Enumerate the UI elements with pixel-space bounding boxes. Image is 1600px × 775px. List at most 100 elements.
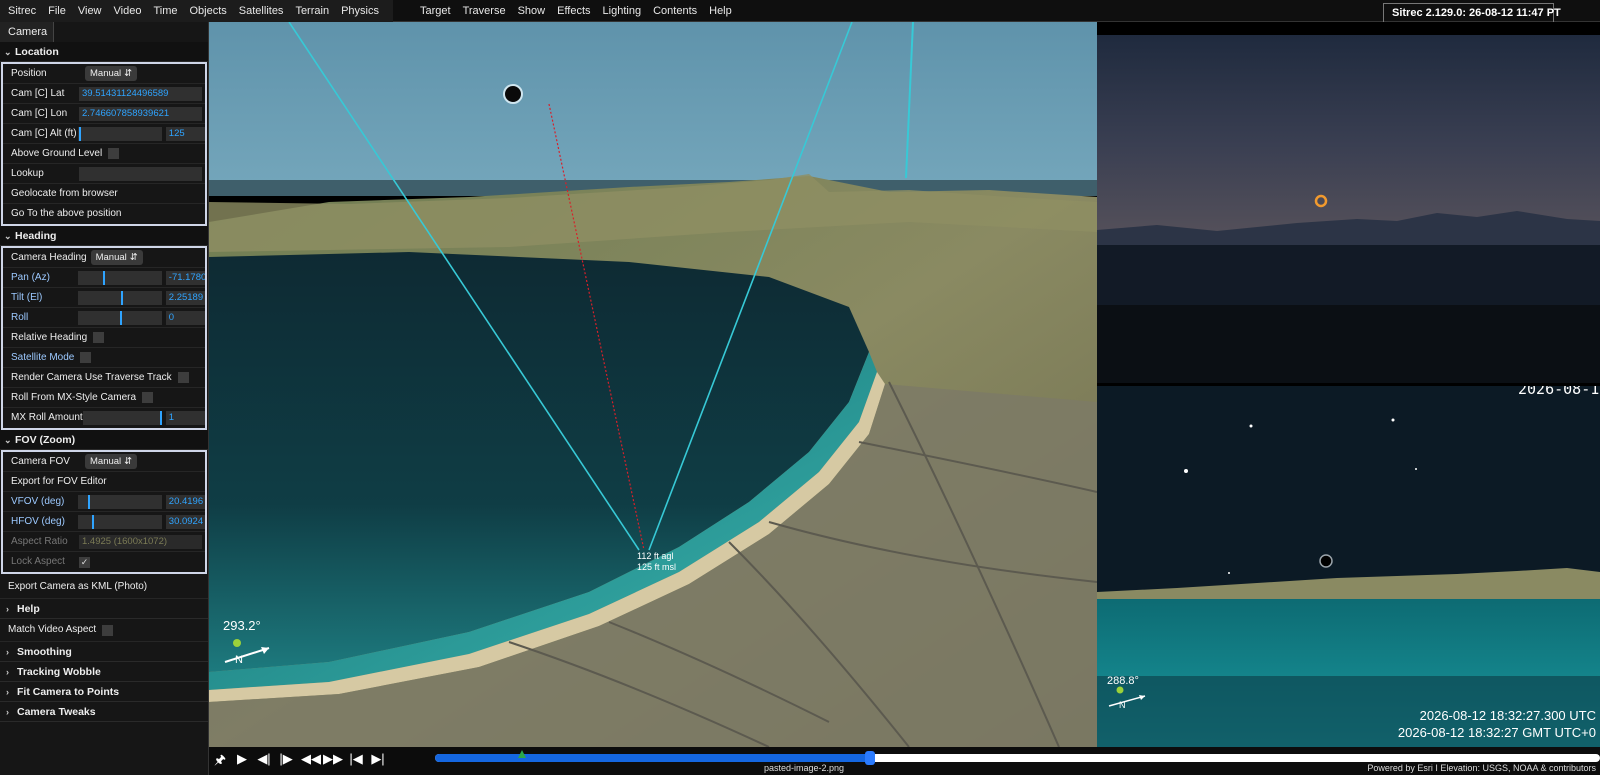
timeline-scrubber[interactable] bbox=[435, 750, 1600, 765]
roll-field[interactable]: 0 bbox=[165, 310, 205, 325]
menu-item[interactable]: Show bbox=[512, 0, 552, 22]
camfov-row: Camera FOV Manual ⇵ bbox=[3, 452, 205, 472]
cam-heading-select[interactable]: Manual ⇵ bbox=[90, 250, 143, 265]
roll-mx-checkbox[interactable] bbox=[142, 392, 154, 403]
mx-roll-field[interactable]: 1 bbox=[165, 411, 205, 425]
timeline-marker[interactable] bbox=[518, 750, 527, 758]
hfov-field[interactable]: 30.0924 bbox=[165, 514, 205, 529]
roll-mx-row: Roll From MX-Style Camera bbox=[3, 388, 205, 408]
skip-end-icon[interactable]: ▶| bbox=[369, 751, 387, 767]
slider-knob[interactable] bbox=[102, 270, 105, 285]
geolocate-button[interactable]: Geolocate from browser bbox=[3, 184, 205, 204]
roll-slider[interactable] bbox=[77, 310, 162, 325]
skip-start-icon[interactable]: |◀ bbox=[347, 751, 365, 767]
tab-camera[interactable]: Camera bbox=[0, 22, 54, 42]
folder-help[interactable]: › Help bbox=[0, 599, 208, 619]
export-kml-button[interactable]: Export Camera as KML (Photo) bbox=[0, 576, 208, 599]
slider-knob[interactable] bbox=[119, 310, 122, 325]
tilt-slider[interactable] bbox=[77, 290, 162, 305]
satellite-mode-checkbox[interactable] bbox=[80, 352, 92, 363]
menu-item[interactable]: File bbox=[42, 0, 72, 22]
menu-item[interactable]: Effects bbox=[551, 0, 596, 22]
menu-item[interactable]: Time bbox=[147, 0, 183, 22]
folder-fov[interactable]: ⌄ FOV (Zoom) bbox=[0, 430, 208, 450]
camfov-select[interactable]: Manual ⇵ bbox=[85, 454, 138, 469]
menu-item[interactable]: Satellites bbox=[233, 0, 290, 22]
menu-item[interactable]: Traverse bbox=[457, 0, 512, 22]
goto-position-button[interactable]: Go To the above position bbox=[3, 204, 205, 224]
roll-row: Roll 0 bbox=[3, 308, 205, 328]
video-filename: pasted-image-2.png bbox=[764, 763, 845, 773]
geolocate-label: Geolocate from browser bbox=[11, 187, 118, 199]
menu-item[interactable]: View bbox=[72, 0, 108, 22]
select-arrows-icon: ⇵ bbox=[124, 455, 133, 467]
folder-fit-camera[interactable]: › Fit Camera to Points bbox=[0, 682, 208, 702]
lock-aspect-checkbox[interactable]: ✓ bbox=[79, 556, 90, 568]
hfov-slider[interactable] bbox=[77, 514, 162, 529]
lon-field[interactable]: 2.746607858939621 bbox=[79, 106, 202, 121]
menu-item[interactable]: Terrain bbox=[289, 0, 335, 22]
slider-knob[interactable] bbox=[79, 126, 82, 141]
folder-smoothing[interactable]: › Smoothing bbox=[0, 642, 208, 662]
video-view[interactable] bbox=[1097, 35, 1600, 383]
folder-heading[interactable]: ⌄ Heading bbox=[0, 226, 208, 246]
vfov-field[interactable]: 20.4196 bbox=[165, 494, 205, 509]
mx-roll-slider[interactable] bbox=[83, 411, 162, 425]
pan-field[interactable]: -71.1780 bbox=[165, 270, 205, 285]
position-select-value: Manual bbox=[90, 67, 122, 79]
slider-knob[interactable] bbox=[87, 494, 90, 509]
menu-item[interactable]: Objects bbox=[184, 0, 233, 22]
menu-item[interactable]: Lighting bbox=[597, 0, 648, 22]
roll-mx-label: Roll From MX-Style Camera bbox=[11, 391, 137, 403]
playback-bar: 🖈 ▶ ◀| |▶ ◀◀ ▶▶ |◀ ▶| pasted-image-2.png… bbox=[209, 747, 1600, 775]
chevron-down-icon: ⌄ bbox=[4, 435, 12, 445]
tilt-field[interactable]: 2.25189 bbox=[165, 290, 205, 305]
satellite-mode-label: Satellite Mode bbox=[11, 351, 75, 363]
menu-item[interactable]: Sitrec bbox=[0, 0, 42, 22]
lat-row: Cam [C] Lat 39.51431124496589 bbox=[3, 84, 205, 104]
lat-field[interactable]: 39.51431124496589 bbox=[79, 86, 202, 101]
alt-row: Cam [C] Alt (ft) 125 bbox=[3, 124, 205, 144]
render-traverse-checkbox[interactable] bbox=[177, 372, 189, 383]
pin-icon[interactable]: 🖈 bbox=[211, 751, 229, 773]
vfov-label: VFOV (deg) bbox=[11, 495, 65, 507]
agl-checkbox[interactable] bbox=[108, 148, 120, 159]
lookup-input[interactable] bbox=[79, 166, 202, 181]
export-fov-button[interactable]: Export for FOV Editor bbox=[3, 472, 205, 492]
date-readout-partial: 2026-08-1 bbox=[1518, 386, 1600, 398]
compass-icon bbox=[224, 639, 270, 663]
alt-field[interactable]: 125 bbox=[165, 126, 205, 141]
step-forward-icon[interactable]: |▶ bbox=[277, 751, 295, 767]
play-icon[interactable]: ▶ bbox=[233, 751, 251, 767]
step-back-icon[interactable]: ◀| bbox=[255, 751, 273, 767]
folder-camera-tweaks[interactable]: › Camera Tweaks bbox=[0, 702, 208, 722]
menu-item[interactable]: Target bbox=[414, 0, 457, 22]
camfov-select-value: Manual bbox=[90, 455, 122, 467]
vfov-slider[interactable] bbox=[77, 494, 162, 509]
cam-heading-row: Camera Heading Manual ⇵ bbox=[3, 248, 205, 268]
pan-row: Pan (Az) -71.1780 bbox=[3, 268, 205, 288]
match-video-checkbox[interactable] bbox=[102, 624, 114, 636]
relative-heading-checkbox[interactable] bbox=[93, 332, 105, 343]
main-3d-view[interactable]: 112 ft agl 125 ft msl 293.2° N bbox=[209, 22, 1097, 747]
eclipse-sun bbox=[503, 84, 523, 104]
menu-item[interactable]: Physics bbox=[335, 0, 385, 22]
position-select[interactable]: Manual ⇵ bbox=[85, 66, 138, 81]
fast-forward-icon[interactable]: ▶▶ bbox=[323, 751, 343, 767]
menu-item[interactable]: Contents bbox=[647, 0, 703, 22]
slider-knob[interactable] bbox=[120, 290, 123, 305]
gmt-timestamp: 2026-08-12 18:32:27 GMT UTC+0 bbox=[1397, 725, 1596, 740]
look-view[interactable]: 2026-08-1 288.8° N 2026-08-12 18:32:27.3… bbox=[1097, 386, 1600, 747]
timeline-playhead[interactable] bbox=[864, 751, 875, 765]
menu-item[interactable]: Help bbox=[703, 0, 738, 22]
alt-slider[interactable] bbox=[77, 126, 162, 141]
rewind-icon[interactable]: ◀◀ bbox=[301, 751, 321, 767]
slider-knob[interactable] bbox=[159, 411, 162, 425]
pan-slider[interactable] bbox=[77, 270, 162, 285]
utc-timestamp: 2026-08-12 18:32:27.300 UTC bbox=[1419, 708, 1596, 723]
folder-location[interactable]: ⌄ Location bbox=[0, 42, 208, 62]
slider-knob[interactable] bbox=[91, 514, 94, 529]
folder-tracking-label: Tracking Wobble bbox=[17, 666, 101, 678]
folder-tracking-wobble[interactable]: › Tracking Wobble bbox=[0, 662, 208, 682]
menu-item[interactable]: Video bbox=[108, 0, 148, 22]
